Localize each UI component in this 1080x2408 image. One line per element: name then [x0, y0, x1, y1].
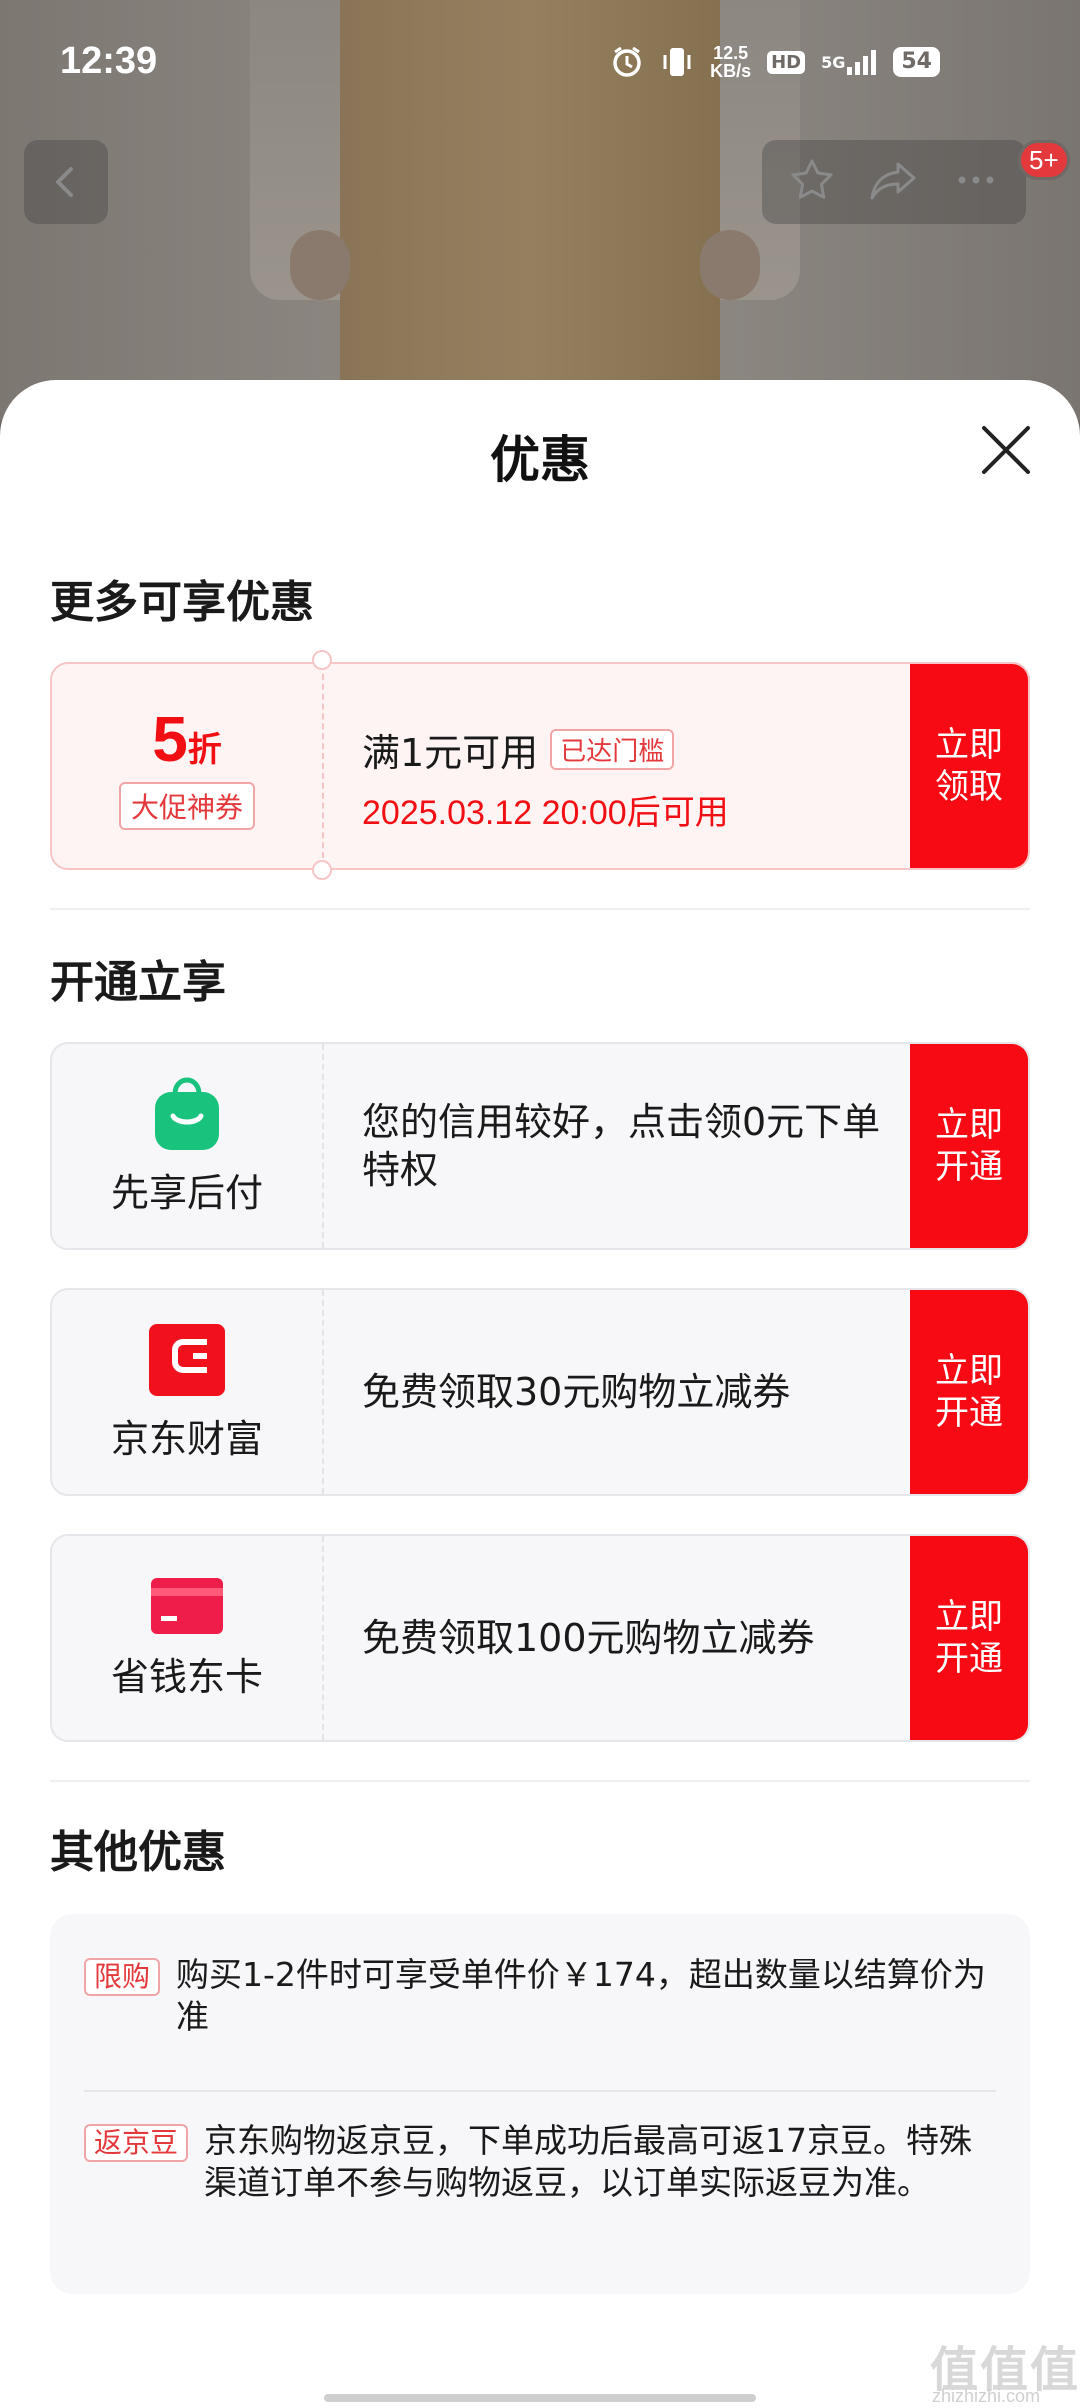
signal-icon: 5G [821, 49, 877, 75]
coupon-time: 2025.03.12 20:00后可用 [362, 794, 729, 832]
share-button[interactable] [868, 156, 920, 208]
service-card-saving-card: 省钱东卡 免费领取100元购物立减券 立即开通 [50, 1534, 1030, 1742]
offer-tag: 限购 [84, 1958, 161, 1996]
section-divider [50, 908, 1030, 910]
open-service-button[interactable]: 立即开通 [910, 1044, 1028, 1248]
section-divider [50, 1780, 1030, 1782]
alarm-icon [610, 45, 644, 79]
back-button[interactable] [24, 140, 108, 224]
service-name: 京东财富 [110, 1416, 263, 1461]
open-service-button[interactable]: 立即开通 [910, 1290, 1028, 1494]
offer-divider [84, 2090, 996, 2092]
coupon-discount-area: 5折 大促神券 [52, 664, 324, 868]
wallet-icon [149, 1323, 225, 1396]
service-desc: 免费领取30元购物立减券 [362, 1370, 791, 1414]
product-hand-left [290, 230, 350, 300]
section-title-more: 更多可享优惠 [50, 577, 314, 628]
coupon-tag: 大促神券 [118, 782, 255, 830]
status-icons: 12.5 KB/s HD 5G 54 [610, 44, 940, 80]
coupon-info: 满1元可用 已达门槛 2025.03.12 20:00后可用 [362, 722, 922, 834]
status-time: 12:39 [60, 40, 158, 82]
shopping-bag-icon [155, 1076, 219, 1150]
service-desc: 您的信用较好，点击领0元下单特权 [362, 1100, 881, 1192]
product-hand-right [700, 230, 760, 300]
service-card-pay-later: 先享后付 您的信用较好，点击领0元下单特权 立即开通 [50, 1042, 1030, 1250]
coupon-discount: 5折 [152, 703, 222, 775]
service-desc: 免费领取100元购物立减券 [362, 1616, 815, 1660]
favorite-button[interactable] [788, 156, 836, 208]
coupon-condition-badge: 已达门槛 [550, 729, 675, 770]
vibrate-icon [660, 45, 694, 79]
close-icon [982, 426, 1030, 474]
section-title-open: 开通立享 [50, 957, 226, 1008]
close-button[interactable] [976, 420, 1036, 480]
coupon-notch-top [312, 650, 332, 670]
coupon-card: 5折 大促神券 满1元可用 已达门槛 2025.03.12 20:00后可用 立… [50, 662, 1030, 870]
more-dots-icon [958, 176, 994, 184]
coupon-condition: 满1元可用 [362, 731, 539, 775]
open-service-button[interactable]: 立即开通 [910, 1536, 1028, 1740]
share-icon [870, 162, 916, 200]
star-icon [791, 159, 833, 199]
claim-coupon-button[interactable]: 立即领取 [910, 664, 1028, 868]
service-name: 先享后付 [110, 1170, 263, 1215]
service-name: 省钱东卡 [110, 1654, 263, 1699]
offer-tag: 返京豆 [84, 2124, 189, 2162]
status-bar: 12:39 12.5 KB/s HD 5G 54 [0, 0, 1080, 120]
coupon-notch-bottom [312, 860, 332, 880]
chevron-left-icon [56, 167, 73, 197]
other-offer-row: 限购 购买1-2件时可享受单件价￥174，超出数量以结算价为准 [84, 1954, 996, 2038]
battery-icon: 54 [893, 47, 940, 77]
offer-text: 京东购物返京豆，下单成功后最高可返17京豆。特殊渠道订单不参与购物返豆，以订单实… [204, 2121, 973, 2202]
other-offers-box: 限购 购买1-2件时可享受单件价￥174，超出数量以结算价为准 返京豆 京东购物… [50, 1914, 1030, 2294]
hd-icon: HD [767, 50, 806, 74]
net-speed: 12.5 KB/s [710, 43, 752, 81]
discount-sheet: 优惠 更多可享优惠 5折 大促神券 满1元可用 已达门槛 2025.03.12 … [0, 380, 1080, 2408]
watermark-url: zhizhizhi.com [932, 2386, 1041, 2406]
sheet-title: 优惠 [490, 431, 590, 489]
service-card-jd-wealth: 京东财富 免费领取30元购物立减券 立即开通 [50, 1288, 1030, 1496]
offer-text: 购买1-2件时可享受单件价￥174，超出数量以结算价为准 [176, 1955, 986, 2036]
other-offer-row: 返京豆 京东购物返京豆，下单成功后最高可返17京豆。特殊渠道订单不参与购物返豆，… [84, 2120, 996, 2204]
card-icon [151, 1577, 223, 1634]
more-button[interactable] [952, 156, 1000, 208]
home-indicator[interactable] [324, 2394, 756, 2402]
message-badge: 5+ [1018, 140, 1070, 180]
section-title-other: 其他优惠 [50, 1827, 226, 1878]
nav-actions [762, 140, 1026, 224]
